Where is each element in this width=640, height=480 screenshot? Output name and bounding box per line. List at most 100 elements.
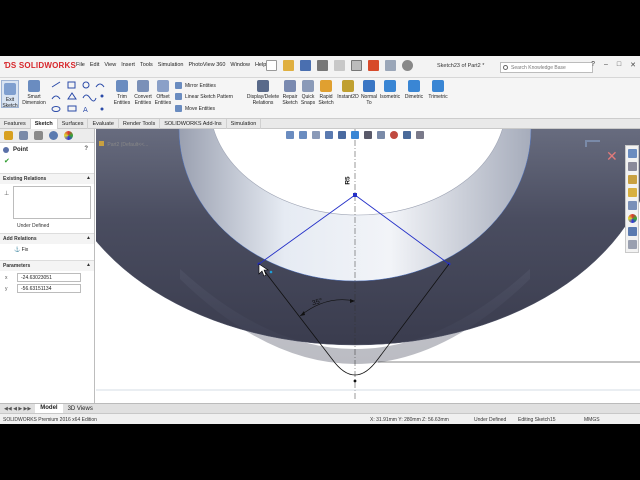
undo-icon[interactable] [334,60,345,71]
view-orientation-icon[interactable] [351,131,359,139]
menu-simulation[interactable]: Simulation [158,62,184,68]
tab-render-tools[interactable]: Render Tools [119,119,161,129]
trim-entities-button[interactable]: Trim Entities [112,80,132,106]
minimize-icon[interactable]: – [604,61,608,69]
view-settings-icon[interactable] [416,131,424,139]
tab-evaluate[interactable]: Evaluate [88,119,119,129]
tab-features[interactable]: Features [0,119,31,129]
mirror-label: Mirror Entities [185,82,216,89]
tab-sketch[interactable]: Sketch [30,119,58,129]
fix-relation-button[interactable]: ⚓ Fix [0,244,94,256]
window-controls: ? – □ ✕ [591,61,636,69]
quick-snaps-button[interactable]: Quick Snaps [300,80,316,106]
tab-addins[interactable]: SOLIDWORKS Add-Ins [160,119,227,129]
trimetric-button[interactable]: Trimetric [427,80,449,100]
appearances-icon[interactable] [627,214,637,223]
menu-view[interactable]: View [104,62,116,68]
existing-relations-header[interactable]: Existing Relations ▲ [0,173,94,184]
hide-show-icon[interactable] [377,131,385,139]
apply-scene-icon[interactable] [403,131,411,139]
instant2d-button[interactable]: Instant2D [336,80,360,100]
display-manager-tab-icon[interactable] [64,131,73,140]
feature-tree-tab-icon[interactable] [4,131,13,140]
configuration-tab-icon[interactable] [34,131,43,140]
feature-tree-flyout[interactable]: Part2 (Default<<... [99,141,148,148]
isometric-button[interactable]: Isometric [379,80,401,100]
sketch-tools-icons[interactable]: A [50,81,112,115]
mirror-entities-button[interactable]: Mirror Entities [175,82,216,89]
parameters-header[interactable]: Parameters ▲ [0,260,94,271]
zoom-to-fit-icon[interactable] [286,131,294,139]
home-icon[interactable] [627,149,637,158]
menu-insert[interactable]: Insert [121,62,135,68]
move-entities-button[interactable]: Move Entities [175,105,215,112]
previous-view-icon[interactable] [312,131,320,139]
menu-window[interactable]: Window [230,62,250,68]
search-input[interactable]: Search Knowledge Base [500,62,593,73]
radius-dimension[interactable]: R5 [345,176,352,184]
collapse-icon[interactable]: ▲ [86,175,91,181]
property-manager-tab-icon[interactable] [19,131,28,140]
sketch-bottom-point[interactable] [353,379,357,383]
convert-entities-button[interactable]: Convert Entities [133,80,153,106]
smart-dimension-button[interactable]: Smart Dimension [21,80,47,106]
close-icon[interactable]: ✕ [630,61,636,69]
tab-model[interactable]: Model [35,403,63,414]
tab-simulation[interactable]: Simulation [227,119,262,129]
solidworks-forum-icon[interactable] [627,240,637,249]
menu-edit[interactable]: Edit [90,62,99,68]
print-icon[interactable] [317,60,328,71]
display-delete-relations-button[interactable]: Display/Delete Relations [245,80,281,106]
existing-relations-list[interactable] [13,186,91,219]
normal-to-button[interactable]: Normal To [360,80,378,106]
x-coordinate-field[interactable]: -24.63023051 [17,273,81,282]
design-library-icon[interactable] [627,175,637,184]
tab-surfaces[interactable]: Surfaces [58,119,89,129]
dynamic-annotation-icon[interactable] [338,131,346,139]
select-icon[interactable] [351,60,362,71]
ok-button[interactable]: ✔ [0,157,94,173]
section-view-icon[interactable] [325,131,333,139]
cancel-icon[interactable]: ✕ [606,149,618,165]
menu-help[interactable]: Help [255,62,266,68]
options-icon[interactable] [402,60,413,71]
rapid-sketch-button[interactable]: Rapid Sketch [318,80,334,106]
offset-label: Offset Entities [154,94,172,106]
tab-3d-views[interactable]: 3D Views [63,406,98,412]
menu-photoview[interactable]: PhotoView 360 [188,62,225,68]
resources-icon[interactable] [627,162,637,171]
repair-sketch-button[interactable]: Repair Sketch [282,80,298,106]
custom-properties-icon[interactable] [627,227,637,236]
view-palette-icon[interactable] [627,201,637,210]
help-circle-icon[interactable]: ? [84,146,88,152]
linear-pattern-button[interactable]: Linear Sketch Pattern [175,93,233,100]
display-style-icon[interactable] [364,131,372,139]
new-icon[interactable] [266,60,277,71]
dimetric-button[interactable]: Dimetric [403,80,425,100]
selected-point[interactable] [269,270,273,274]
units-system[interactable]: MMGS [584,417,600,423]
open-icon[interactable] [283,60,294,71]
graphics-area[interactable]: ✕ R5 35° Part2 (Default<<... [96,129,640,403]
model-canvas[interactable]: ✕ [96,129,640,403]
zoom-area-icon[interactable] [299,131,307,139]
restore-icon[interactable]: □ [617,61,621,69]
rebuild-icon[interactable] [368,60,379,71]
tab-nav-arrows[interactable]: ◀◀ ◀ ▶ ▶▶ [0,406,35,412]
edit-appearance-icon[interactable] [390,131,398,139]
add-relations-header[interactable]: Add Relations ▲ [0,233,94,244]
menu-tools[interactable]: Tools [140,62,153,68]
solidworks-logo[interactable]: ƊS SOLIDWORKS [4,61,76,70]
y-coordinate-field[interactable]: -56.63151134 [17,284,81,293]
sketch-vertex-top[interactable] [353,193,357,197]
exit-sketch-button[interactable]: Exit Sketch [1,80,19,109]
file-properties-icon[interactable] [385,60,396,71]
dimxpert-tab-icon[interactable] [49,131,58,140]
offset-entities-button[interactable]: Offset Entities [154,80,172,106]
collapse-icon[interactable]: ▲ [86,262,91,268]
file-explorer-icon[interactable] [627,188,637,197]
save-icon[interactable] [300,60,311,71]
menu-file[interactable]: File [76,62,85,68]
collapse-icon[interactable]: ▲ [86,235,91,241]
help-icon[interactable]: ? [591,61,595,69]
